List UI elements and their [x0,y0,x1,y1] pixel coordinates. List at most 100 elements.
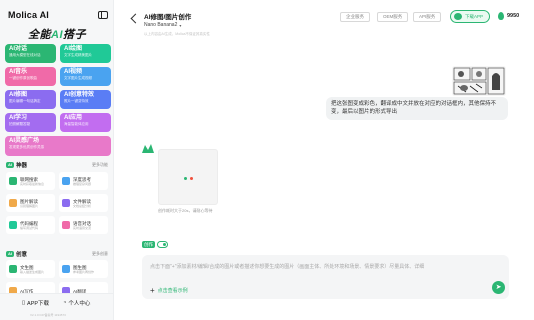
download-app-button[interactable]: 下载APP [450,10,490,23]
feature-card-title: AI音乐 [9,69,28,75]
profile-link[interactable]: ◔ 个人中心 [63,299,90,307]
loading-dot [184,177,187,180]
sidebar-collapse-icon[interactable] [98,11,108,19]
tool-title: 代码编程 [20,220,38,226]
tool-sub: 实时语音交流 [73,225,92,230]
tool-sub: 编写调试代码 [20,225,39,230]
tool-item[interactable]: 图生图 参考图片再创作 [59,260,108,278]
more-creative-link[interactable]: 更多创意 [92,251,108,257]
slogan-post: 搭子 [63,29,86,41]
section-title: 创意 [16,251,28,258]
chat-header: AI修图/图片创作 Nano Banana2 ▾ 以上内容由AI生成，Molica… [114,0,534,42]
tool-icon [9,265,17,273]
more-tools-link[interactable]: 更多功能 [92,162,108,168]
feature-card[interactable]: AI音乐 一键创作原创歌曲 [5,67,56,86]
create-mode-label: 创作 [142,241,155,248]
points-display[interactable]: 9950 [498,12,519,20]
feature-card-sub: 文字生成精美图片 [64,53,92,57]
tool-icon [9,221,17,229]
feature-card[interactable]: AI对话 通用大模型在线对话 [5,44,56,63]
tool-icon [9,177,17,185]
feature-card-sub: 文字图片生成视频 [64,76,92,80]
send-icon: ➤ [495,284,502,291]
section-creative-head: AI 创意 更多创意 [6,249,108,258]
feature-card-sub: 发现更多优质创作灵感 [9,145,44,149]
tool-item[interactable]: 文件解读 文档总结分析 [59,194,108,212]
feature-card[interactable]: AI灵感广场 发现更多优质创作灵感 [5,136,111,156]
feature-card-title: AI视频 [64,69,83,75]
app-logo[interactable]: Molica AI [8,10,49,20]
generating-note: 创作耗时大于20s，请耐心等待 [158,208,213,213]
feature-card[interactable]: AI创意特效 照片一键变特效 [60,90,111,109]
sidebar-bottom-bar: ▯ APP下载 ◔ 个人中心 V2.1.0 ICP备案号 1194573 [0,293,113,320]
feature-card-sub: 通用大模型在线对话 [9,53,41,57]
feature-card-title: AI应用 [64,115,83,121]
tool-item[interactable]: 图片解读 识别理解图片 [6,194,55,212]
feature-card[interactable]: AI绘图 文字生成精美图片 [60,44,111,63]
user-uploaded-image[interactable] [452,66,506,96]
feature-card[interactable]: AI学习 拍照解题答疑 [5,113,56,132]
manga-image-icon [452,66,506,96]
sidebar: Molica AI 全能AI搭子 AI对话 通用大模型在线对话 AI绘图 文字生成精美… [0,0,114,320]
loading-dot [190,177,193,180]
feature-card[interactable]: AI视频 文字图片生成视频 [60,67,111,86]
create-mode-toggle-row: 创作 [142,241,168,248]
tool-sub: 文档总结分析 [73,203,92,208]
tool-sub: 识别理解图片 [20,203,39,208]
feature-card-title: AI灵感广场 [9,138,40,144]
tool-title: 语音对话 [73,220,91,226]
composer-placeholder[interactable]: 点击下面"+"添加素材/编辑/合成的图片或者描述你想要生成的图片（画面主体、所处… [150,263,424,270]
feature-card-title: AI绘图 [64,46,83,52]
feature-card-sub: 图片编辑一句话搞定 [9,99,41,103]
examples-label: 点击查看示例 [157,288,188,294]
add-attachment-icon[interactable]: + [150,286,155,294]
section-title: 神器 [16,162,28,169]
message-composer[interactable]: 点击下面"+"添加素材/编辑/合成的图片或者描述你想要生成的图片（画面主体、所处… [142,255,509,299]
feature-card[interactable]: AI应用 海量智能体应用 [60,113,111,132]
tool-grid: 联网搜索 实时获取最新信息 深度思考 推理复杂问题 图片解读 识别理解图片 文件解读 文档总结… [6,172,108,234]
tool-sub: 推理复杂问题 [73,181,92,186]
tool-title: 图片解读 [20,198,38,204]
back-icon[interactable] [130,13,141,24]
enterprise-service-button[interactable]: 企业服务 [340,12,370,22]
section-tag: AI [6,250,14,257]
points-value: 9950 [507,13,520,19]
oem-service-button[interactable]: OEM服务 [377,12,409,22]
flame-icon [498,12,504,20]
create-mode-toggle[interactable] [157,241,168,248]
tool-sub: 实时获取最新信息 [20,181,45,186]
feature-card-sub: 照片一键变特效 [64,99,89,103]
app-download-link[interactable]: ▯ APP下载 [22,299,49,307]
slogan-pre: 全能 [28,29,51,41]
user-message-bubble: 把这张图变成彩色，翻译成中文并放在对应的对话框内，其他保持不变，最后以图片的形式… [326,97,508,120]
chevron-down-icon: ▾ [179,22,182,28]
tool-sub: 参考图片再创作 [73,269,95,274]
ai-disclaimer: 以上内容由AI生成，Molica不保证其真实性 [144,32,210,36]
feature-card-sub: 拍照解题答疑 [9,122,30,126]
version-text: V2.1.0 ICP备案号 1194573 [30,313,66,317]
api-service-button[interactable]: API服务 [413,12,442,22]
tool-icon [62,221,70,229]
tool-item[interactable]: 联网搜索 实时获取最新信息 [6,172,55,190]
tool-item[interactable]: 代码编程 编写调试代码 [6,216,55,234]
tool-sub: 输入描述生成图片 [20,269,45,274]
tool-item[interactable]: 深度思考 推理复杂问题 [59,172,108,190]
slogan-ai: AI [51,29,63,41]
tool-item[interactable]: 文生图 输入描述生成图片 [6,260,55,278]
section-tag: AI [6,161,14,168]
tool-item[interactable]: 语音对话 实时语音交流 [59,216,108,234]
model-selector[interactable]: Nano Banana2 ▾ [144,22,181,28]
tool-icon [62,265,70,273]
tool-title: 深度思考 [73,176,91,182]
send-button[interactable]: ➤ [492,281,505,294]
logo-row: Molica AI [8,9,108,21]
model-name: Nano Banana2 [144,22,178,28]
feature-card-title: AI修图 [9,92,28,98]
tool-icon [62,199,70,207]
tool-title: 文件解读 [73,198,91,204]
tool-icon [62,177,70,185]
feature-card-sub: 一键创作原创歌曲 [9,76,37,80]
section-tools-head: AI 神器 更多功能 [6,160,108,169]
feature-card[interactable]: AI修图 图片编辑一句话搞定 [5,90,56,109]
view-examples-link[interactable]: + 点击查看示例 [150,286,188,294]
